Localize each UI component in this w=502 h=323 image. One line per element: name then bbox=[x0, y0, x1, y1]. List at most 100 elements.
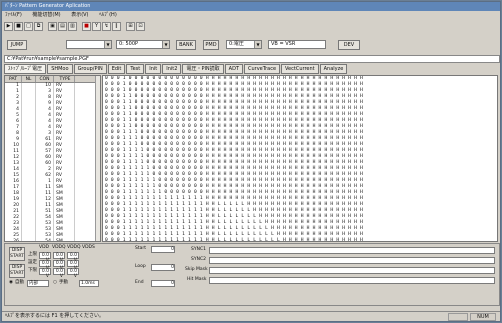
sync1-label: SYNC1 bbox=[191, 247, 206, 252]
source-select[interactable]: 内部 bbox=[27, 280, 49, 287]
tab-curve-trace[interactable]: CurveTrace bbox=[244, 64, 281, 74]
column-header-con[interactable]: CON bbox=[36, 76, 54, 82]
setting-vddq-field[interactable]: 0.0 V bbox=[53, 260, 65, 271]
lower-vddq2-field[interactable]: 0.0 V bbox=[67, 268, 79, 279]
tab-voltage-pin-read[interactable]: 電圧・PIN読取 bbox=[182, 64, 224, 74]
menu-view[interactable]: 表示(V) bbox=[71, 12, 88, 18]
title-bar: ﾊﾟﾀｰﾝ Pattern Generator Aplication bbox=[2, 2, 500, 11]
stop-icon[interactable]: ■ bbox=[82, 21, 91, 31]
manual-radio[interactable]: ○ bbox=[53, 280, 57, 286]
status-message: ﾍﾙﾌﾟを表示するには F1 を押してください。 bbox=[5, 313, 104, 319]
bank-select-combo[interactable]: 0: 500P ▼ bbox=[116, 40, 170, 49]
chevron-down-icon[interactable]: ▼ bbox=[104, 41, 111, 48]
pattern-data-view[interactable]: 0 0 0 1 0 0 0 0 0 0 0 0 0 0 0 0 0 H H H … bbox=[102, 75, 498, 242]
menu-file[interactable]: ﾌｧｲﾙ(F) bbox=[5, 12, 22, 18]
tab-init[interactable]: Init bbox=[145, 64, 162, 74]
upper-vddq-field[interactable]: 0.0 V bbox=[53, 252, 65, 263]
disp-start-label: DISP START bbox=[10, 248, 24, 259]
dev-button[interactable]: DEV bbox=[338, 40, 360, 50]
tab-vect-current[interactable]: VectCurrent bbox=[281, 64, 319, 74]
tab-edit[interactable]: Edit bbox=[107, 64, 126, 74]
app-window: ﾊﾟﾀｰﾝ Pattern Generator Aplication ﾌｧｲﾙ(… bbox=[1, 1, 501, 322]
pmd-button[interactable]: PMD bbox=[203, 40, 219, 50]
setting-vddq2-field[interactable]: 0.0 V bbox=[67, 260, 79, 271]
bank-button[interactable]: BANK bbox=[176, 40, 196, 50]
copy-icon[interactable]: ⧉ bbox=[34, 21, 43, 31]
auto-radio[interactable]: ◉ bbox=[9, 280, 13, 286]
setting-label: 設定 bbox=[28, 260, 37, 265]
table-row[interactable]: 26 54 SM bbox=[5, 239, 100, 241]
upper-label: 上限 bbox=[28, 252, 37, 257]
tool-icon[interactable]: Y bbox=[92, 21, 101, 31]
menu-bar: ﾌｧｲﾙ(F) 機能切替(M) 表示(V) ﾍﾙﾌﾟ(H) bbox=[2, 11, 500, 19]
manual-label: 手動 bbox=[59, 280, 68, 285]
lower-label: 下限 bbox=[28, 268, 37, 273]
loop-field[interactable]: 0 bbox=[151, 264, 175, 271]
tab-adt[interactable]: ADT bbox=[224, 64, 243, 74]
disp-start-button[interactable]: DISP START bbox=[9, 247, 25, 261]
lower-vddq-field[interactable]: 0.0 V bbox=[53, 268, 65, 279]
table-cell: 54 bbox=[36, 239, 54, 241]
function-tabs: ｽﾄｯﾌﾟ/ﾙｰﾌﾟ電圧 SHMoo Group/PIN Edit Test I… bbox=[4, 64, 348, 74]
pattern-table: PAT NL CON TYPE 1 10 RV 1 3 RV 2 8 RV 3 9 RV 4 4 RV 5 4 R… bbox=[4, 75, 101, 242]
column-header-pat[interactable]: PAT bbox=[5, 76, 22, 82]
vb-combo[interactable]: VB = VSR bbox=[268, 40, 326, 49]
new-icon[interactable]: □ bbox=[24, 21, 33, 31]
col-header-vddq: VDDQ bbox=[52, 245, 66, 250]
save-all-icon[interactable]: ▣ bbox=[48, 21, 57, 31]
disp-start2-button[interactable]: DISP START bbox=[9, 264, 25, 278]
sync1-field[interactable] bbox=[209, 247, 495, 254]
settings-icon[interactable]: ⊡ bbox=[136, 21, 145, 31]
pattern-lines: 0 0 0 1 0 0 0 0 0 0 0 0 0 0 0 0 0 H H H … bbox=[103, 76, 497, 242]
sync2-field[interactable] bbox=[209, 257, 495, 264]
end-label: End bbox=[135, 280, 144, 285]
table-cell: SM bbox=[54, 239, 75, 241]
tab-init2[interactable]: Init2 bbox=[162, 64, 182, 74]
tab-test[interactable]: Test bbox=[126, 64, 145, 74]
skip-mask-label: Skip Mask bbox=[185, 267, 208, 272]
tab-analyze[interactable]: Analyze bbox=[319, 64, 348, 74]
file-path-field[interactable]: C:¥Pat¥run¥sample¥sample.PGF bbox=[4, 55, 500, 63]
run-icon[interactable]: ↯ bbox=[102, 21, 111, 31]
table-cell bbox=[22, 239, 36, 241]
main-toolbar: ▶ ■ □ ⧉ ▣ ▤ ▥ ■ Y ↯ ∥ ⊞ ⊡ bbox=[4, 20, 145, 32]
start-field[interactable]: 0 bbox=[151, 246, 175, 253]
jump-button[interactable]: JUMP bbox=[7, 40, 27, 50]
setting-vdd-field[interactable]: 0.0 V bbox=[39, 260, 51, 271]
pause-icon[interactable]: ∥ bbox=[112, 21, 121, 31]
step-field[interactable]: 1.0ms bbox=[79, 280, 99, 287]
open-icon[interactable]: ▶ bbox=[4, 21, 13, 31]
skip-mask-field[interactable] bbox=[209, 267, 495, 274]
table-body: 1 10 RV 1 3 RV 2 8 RV 3 9 RV 4 4 RV 5 4 RV 6 4 RV 7 4 RV 8 3 RV 9 61… bbox=[5, 83, 100, 241]
menu-mode[interactable]: 機能切替(M) bbox=[32, 12, 60, 18]
zoom-icon[interactable]: ⊞ bbox=[126, 21, 135, 31]
preview-icon[interactable]: ▥ bbox=[68, 21, 77, 31]
vb-value: VB = VSR bbox=[271, 41, 296, 47]
col-header-vddq2: VDDQ bbox=[67, 245, 81, 250]
voltage-mode-combo[interactable]: 0:電圧 ▼ bbox=[226, 40, 262, 49]
save-icon[interactable]: ■ bbox=[14, 21, 23, 31]
table-header: PAT NL CON TYPE bbox=[5, 76, 100, 83]
tab-group-pin[interactable]: Group/PIN bbox=[73, 64, 107, 74]
status-bar: ﾍﾙﾌﾟを表示するには F1 を押してください。 NUM bbox=[2, 311, 500, 321]
table-scrollbar[interactable] bbox=[95, 76, 100, 241]
bank-select-value: 0: 500P bbox=[119, 41, 139, 47]
chevron-down-icon[interactable]: ▼ bbox=[254, 41, 261, 48]
tab-stop-loop-voltage[interactable]: ｽﾄｯﾌﾟ/ﾙｰﾌﾟ電圧 bbox=[4, 64, 47, 74]
pattern-combo[interactable]: ▼ bbox=[66, 40, 112, 49]
status-panel-1 bbox=[448, 313, 468, 321]
control-toolbar: JUMP ▼ 0: 500P ▼ BANK PMD 0:電圧 ▼ VB = VS… bbox=[4, 40, 500, 52]
column-header-nl[interactable]: NL bbox=[22, 76, 36, 82]
menu-help[interactable]: ﾍﾙﾌﾟ(H) bbox=[99, 12, 117, 18]
chevron-down-icon[interactable]: ▼ bbox=[162, 41, 169, 48]
hit-mask-field[interactable] bbox=[209, 277, 495, 284]
upper-vdd-field[interactable]: 0.0 V bbox=[39, 252, 51, 263]
pattern-line: 0 0 0 1 1 1 1 1 1 1 1 1 1 1 1 1 1 H H L … bbox=[105, 238, 364, 242]
col-header-vdd: VDD bbox=[39, 245, 50, 250]
upper-vddq2-field[interactable]: 0.0 V bbox=[67, 252, 79, 263]
tab-shmoo[interactable]: SHMoo bbox=[47, 64, 73, 74]
lower-vdd-field[interactable]: 0.0 V bbox=[39, 268, 51, 279]
print-icon[interactable]: ▤ bbox=[58, 21, 67, 31]
column-header-type[interactable]: TYPE bbox=[54, 76, 75, 82]
end-field[interactable]: 0 bbox=[151, 280, 175, 287]
